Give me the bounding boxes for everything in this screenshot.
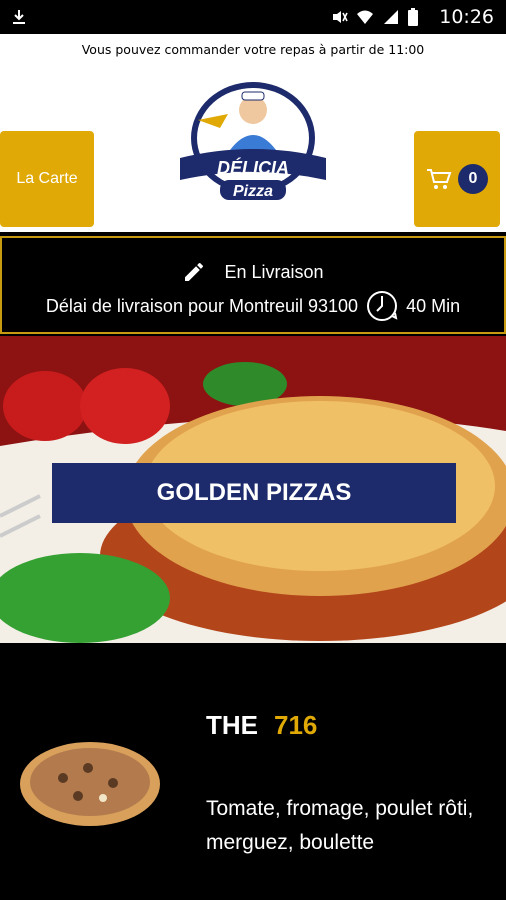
status-bar: 10:26 <box>0 0 506 34</box>
clock-icon <box>367 291 398 321</box>
logo-sub: Pizza <box>233 183 273 200</box>
cart-button[interactable]: 0 <box>414 131 500 227</box>
product-number: 716 <box>274 710 318 740</box>
cart-count-badge: 0 <box>458 164 488 194</box>
signal-icon <box>384 10 398 24</box>
pizza-thumbnail[interactable] <box>18 738 162 830</box>
product-title: THE 716 <box>206 710 317 741</box>
delivery-mode: En Livraison <box>224 261 324 282</box>
wifi-icon <box>357 10 373 24</box>
opening-notice: Vous pouvez commander votre repas à part… <box>81 42 425 57</box>
product-description: Tomate, fromage, poulet rôti, merguez, b… <box>206 797 474 854</box>
delivery-delay-text: Délai de livraison pour Montreuil 93100 <box>45 295 359 316</box>
clock: 10:26 <box>439 6 494 28</box>
logo-name: DÉLICIA <box>217 157 289 178</box>
edit-pencil-icon[interactable] <box>182 260 206 284</box>
golden-pizzas-banner[interactable]: GOLDEN PIZZAS <box>52 463 456 523</box>
delicia-pizza-logo: DÉLICIA Pizza <box>180 82 326 200</box>
battery-icon <box>408 8 418 26</box>
hero-banner-image[interactable]: GOLDEN PIZZAS <box>0 336 506 643</box>
cart-icon <box>427 169 452 189</box>
mute-icon <box>333 11 348 23</box>
download-icon <box>13 10 25 24</box>
menu-button[interactable]: La Carte <box>0 131 94 227</box>
product-title-prefix: THE <box>206 710 258 740</box>
delivery-delay-value: 40 Min <box>406 295 461 316</box>
delivery-info-panel[interactable]: En Livraison Délai de livraison pour Mon… <box>0 236 506 334</box>
